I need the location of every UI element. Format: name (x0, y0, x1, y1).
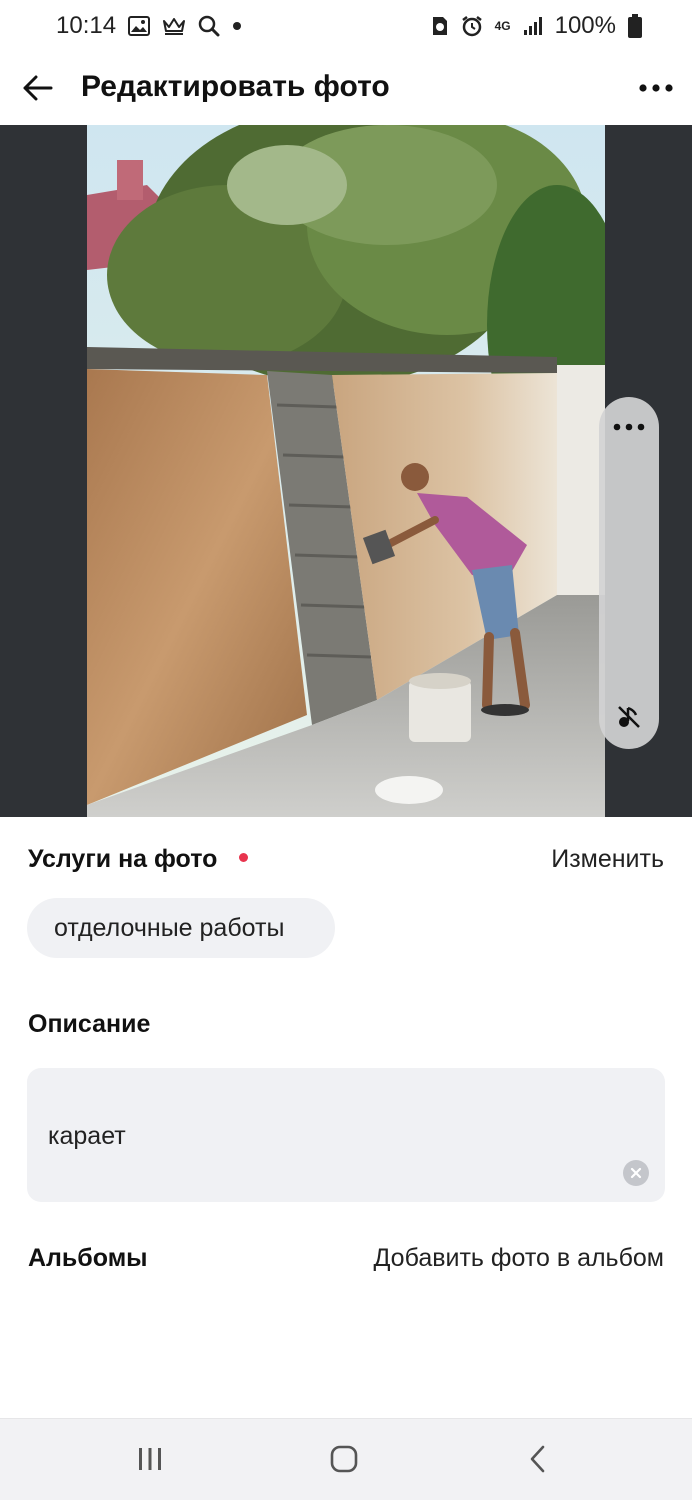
status-bar-right: 4G 100% (431, 12, 642, 40)
sim-icon (431, 15, 449, 37)
status-bar: 10:14 4G 100% (0, 0, 692, 52)
mute-button[interactable] (611, 699, 647, 735)
albums-title: Альбомы (28, 1244, 148, 1272)
status-bar-left: 10:14 (56, 12, 242, 40)
system-nav-bar (0, 1418, 692, 1500)
description-input[interactable]: карает (27, 1068, 665, 1202)
more-horizontal-icon (639, 84, 673, 92)
more-button[interactable] (636, 72, 676, 104)
home-icon (330, 1445, 358, 1473)
description-value: карает (48, 1122, 126, 1150)
battery-percent: 100% (554, 12, 616, 39)
services-title: Услуги на фото (28, 845, 218, 873)
photo-area (0, 125, 692, 817)
recent-apps-icon (139, 1448, 161, 1470)
close-icon (630, 1167, 642, 1179)
description-title: Описание (28, 1010, 151, 1038)
photo-side-panel (599, 397, 659, 749)
arrow-left-icon (23, 75, 53, 101)
app-bar: Редактировать фото (0, 52, 692, 125)
more-horizontal-icon (613, 423, 645, 431)
alarm-icon (461, 15, 483, 37)
service-chip[interactable]: отделочные работы (27, 898, 335, 958)
image-icon (128, 16, 151, 36)
page-title: Редактировать фото (81, 70, 390, 103)
status-time: 10:14 (56, 12, 117, 39)
home-button[interactable] (324, 1439, 364, 1479)
nav-back-button[interactable] (518, 1439, 558, 1479)
clear-description-button[interactable] (623, 1160, 649, 1186)
photo-more-button[interactable] (609, 415, 649, 439)
mute-icon (618, 706, 640, 728)
signal-icon (523, 16, 543, 36)
back-icon (530, 1445, 545, 1473)
back-button[interactable] (18, 68, 58, 108)
battery-icon (628, 14, 642, 38)
network-icon: 4G (494, 18, 511, 33)
required-dot (239, 853, 248, 862)
add-to-album-link[interactable]: Добавить фото в альбом (373, 1244, 664, 1273)
dot-icon (232, 21, 242, 31)
recent-apps-button[interactable] (130, 1439, 170, 1479)
photo-image[interactable] (87, 125, 605, 817)
search-icon (198, 15, 220, 37)
crown-icon (162, 16, 186, 36)
services-section: Услуги на фото Изменить (28, 843, 664, 879)
network-type: 4G (494, 18, 511, 33)
change-services-link[interactable]: Изменить (551, 845, 664, 874)
